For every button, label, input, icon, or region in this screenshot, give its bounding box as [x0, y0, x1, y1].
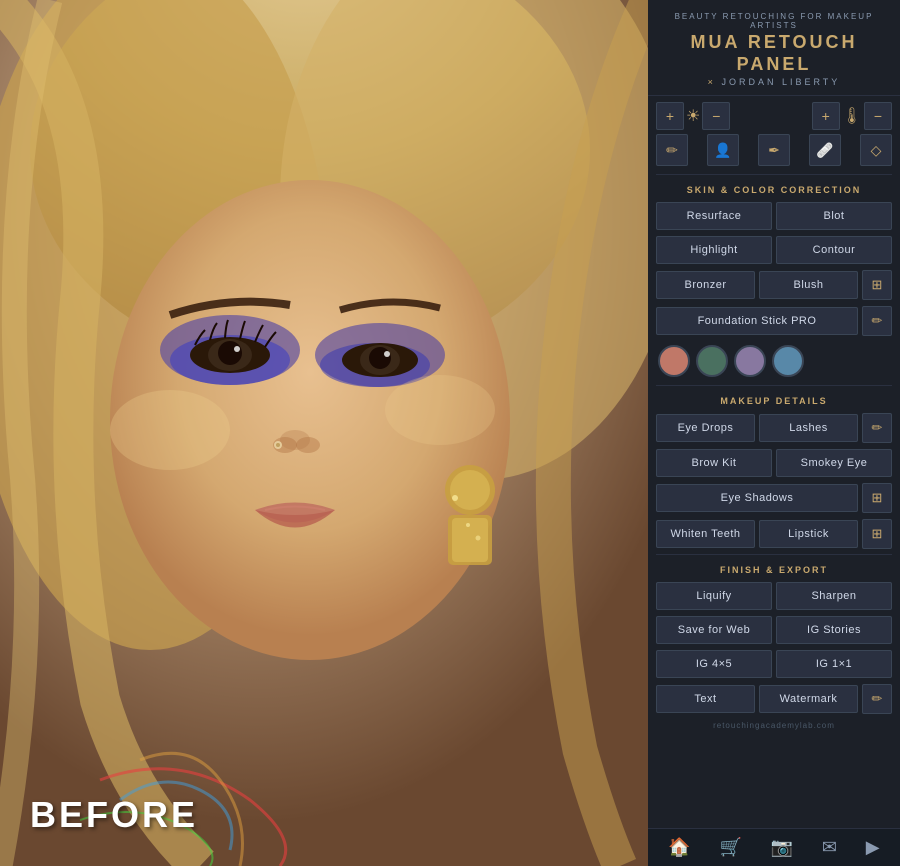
- lipstick-button[interactable]: Lipstick: [759, 520, 858, 548]
- resurface-blot-row: Resurface Blot: [648, 199, 900, 233]
- ig45-button[interactable]: IG 4×5: [656, 650, 772, 678]
- smokeyeye-button[interactable]: Smokey Eye: [776, 449, 892, 477]
- heal-tool[interactable]: ✒: [758, 134, 790, 166]
- pen-tool[interactable]: ✏: [656, 134, 688, 166]
- toolbar-row-2: ✏ 👤 ✒ 🩹 ◇: [648, 132, 900, 172]
- text-watermark-row: Text Watermark ✏: [648, 681, 900, 717]
- lashes-pencil-icon[interactable]: ✏: [862, 413, 892, 443]
- lipstick-grid-icon[interactable]: ⊞: [862, 519, 892, 549]
- eyedrops-button[interactable]: Eye Drops: [656, 414, 755, 442]
- temp-minus[interactable]: −: [864, 102, 892, 130]
- patch-tool[interactable]: 🩹: [809, 134, 841, 166]
- blush-grid-icon[interactable]: ⊞: [862, 270, 892, 300]
- website-text: retouchingacademylab.com: [648, 717, 900, 734]
- play-icon[interactable]: ▶: [866, 837, 880, 858]
- browkit-button[interactable]: Brow Kit: [656, 449, 772, 477]
- panel-title: MUA Retouch Panel: [658, 32, 890, 75]
- footer-bar: 🏠 🛒 📷 ✉ ▶: [648, 828, 900, 866]
- email-icon[interactable]: ✉: [822, 837, 837, 858]
- divider-1: [656, 174, 892, 175]
- bronzer-button[interactable]: Bronzer: [656, 271, 755, 299]
- saveweb-button[interactable]: Save for Web: [656, 616, 772, 644]
- saveweb-igstories-row: Save for Web IG Stories: [648, 613, 900, 647]
- blot-button[interactable]: Blot: [776, 202, 892, 230]
- panel-header: Beauty Retouching for Makeup Artists MUA…: [648, 0, 900, 96]
- cart-icon[interactable]: 🛒: [720, 837, 742, 858]
- resurface-button[interactable]: Resurface: [656, 202, 772, 230]
- sharpen-button[interactable]: Sharpen: [776, 582, 892, 610]
- whitenteeth-button[interactable]: Whiten Teeth: [656, 520, 755, 548]
- panel-brand: × Jordan Liberty: [658, 77, 890, 87]
- foundation-button[interactable]: Foundation Stick PRO: [656, 307, 858, 335]
- whitenteeth-lipstick-row: Whiten Teeth Lipstick ⊞: [648, 516, 900, 552]
- watermark-button[interactable]: Watermark: [759, 685, 858, 713]
- eyeshadows-row: Eye Shadows ⊞: [648, 480, 900, 516]
- color-swatches: [648, 339, 900, 383]
- blush-button[interactable]: Blush: [759, 271, 858, 299]
- bronzer-blush-row: Bronzer Blush ⊞: [648, 267, 900, 303]
- igstories-button[interactable]: IG Stories: [776, 616, 892, 644]
- foundation-row: Foundation Stick PRO ✏: [648, 303, 900, 339]
- swatch-mauve[interactable]: [734, 345, 766, 377]
- divider-3: [656, 554, 892, 555]
- swatch-blue[interactable]: [772, 345, 804, 377]
- right-panel: Beauty Retouching for Makeup Artists MUA…: [648, 0, 900, 866]
- browkit-smokeyeye-row: Brow Kit Smokey Eye: [648, 446, 900, 480]
- skin-section-label: Skin & Color Correction: [648, 177, 900, 199]
- makeup-section-label: Makeup Details: [648, 388, 900, 410]
- liquify-button[interactable]: Liquify: [656, 582, 772, 610]
- foundation-pencil-icon[interactable]: ✏: [862, 306, 892, 336]
- highlight-button[interactable]: Highlight: [656, 236, 772, 264]
- main-image: BEFORE: [0, 0, 648, 866]
- ig11-button[interactable]: IG 1×1: [776, 650, 892, 678]
- highlight-contour-row: Highlight Contour: [648, 233, 900, 267]
- contour-button[interactable]: Contour: [776, 236, 892, 264]
- photo-overlay: [0, 0, 648, 866]
- stamp-tool[interactable]: ◇: [860, 134, 892, 166]
- eyedrops-lashes-row: Eye Drops Lashes ✏: [648, 410, 900, 446]
- brand-name: Jordan Liberty: [721, 77, 840, 87]
- thermometer-icon: 🌡: [842, 106, 862, 126]
- text-button[interactable]: Text: [656, 685, 755, 713]
- liquify-sharpen-row: Liquify Sharpen: [648, 579, 900, 613]
- finish-section-label: Finish & Export: [648, 557, 900, 579]
- home-icon[interactable]: 🏠: [668, 837, 690, 858]
- ig45-ig11-row: IG 4×5 IG 1×1: [648, 647, 900, 681]
- watermark-pencil-icon[interactable]: ✏: [862, 684, 892, 714]
- toolbar-row-1: + ☀ − + 🌡 −: [648, 96, 900, 132]
- temp-plus[interactable]: +: [812, 102, 840, 130]
- swatch-rose[interactable]: [658, 345, 690, 377]
- eyeshadows-button[interactable]: Eye Shadows: [656, 484, 858, 512]
- instagram-icon[interactable]: 📷: [771, 837, 793, 858]
- temperature-group: + 🌡 −: [812, 102, 892, 130]
- sun-icon: ☀: [686, 106, 700, 126]
- brightness-plus[interactable]: +: [656, 102, 684, 130]
- brand-x: ×: [708, 77, 716, 87]
- eyeshadows-grid-icon[interactable]: ⊞: [862, 483, 892, 513]
- before-label: BEFORE: [30, 794, 198, 836]
- panel-subtitle: Beauty Retouching for Makeup Artists: [658, 12, 890, 30]
- swatch-teal[interactable]: [696, 345, 728, 377]
- brightness-minus[interactable]: −: [702, 102, 730, 130]
- person-tool[interactable]: 👤: [707, 134, 739, 166]
- divider-2: [656, 385, 892, 386]
- lashes-button[interactable]: Lashes: [759, 414, 858, 442]
- brightness-group: + ☀ −: [656, 102, 730, 130]
